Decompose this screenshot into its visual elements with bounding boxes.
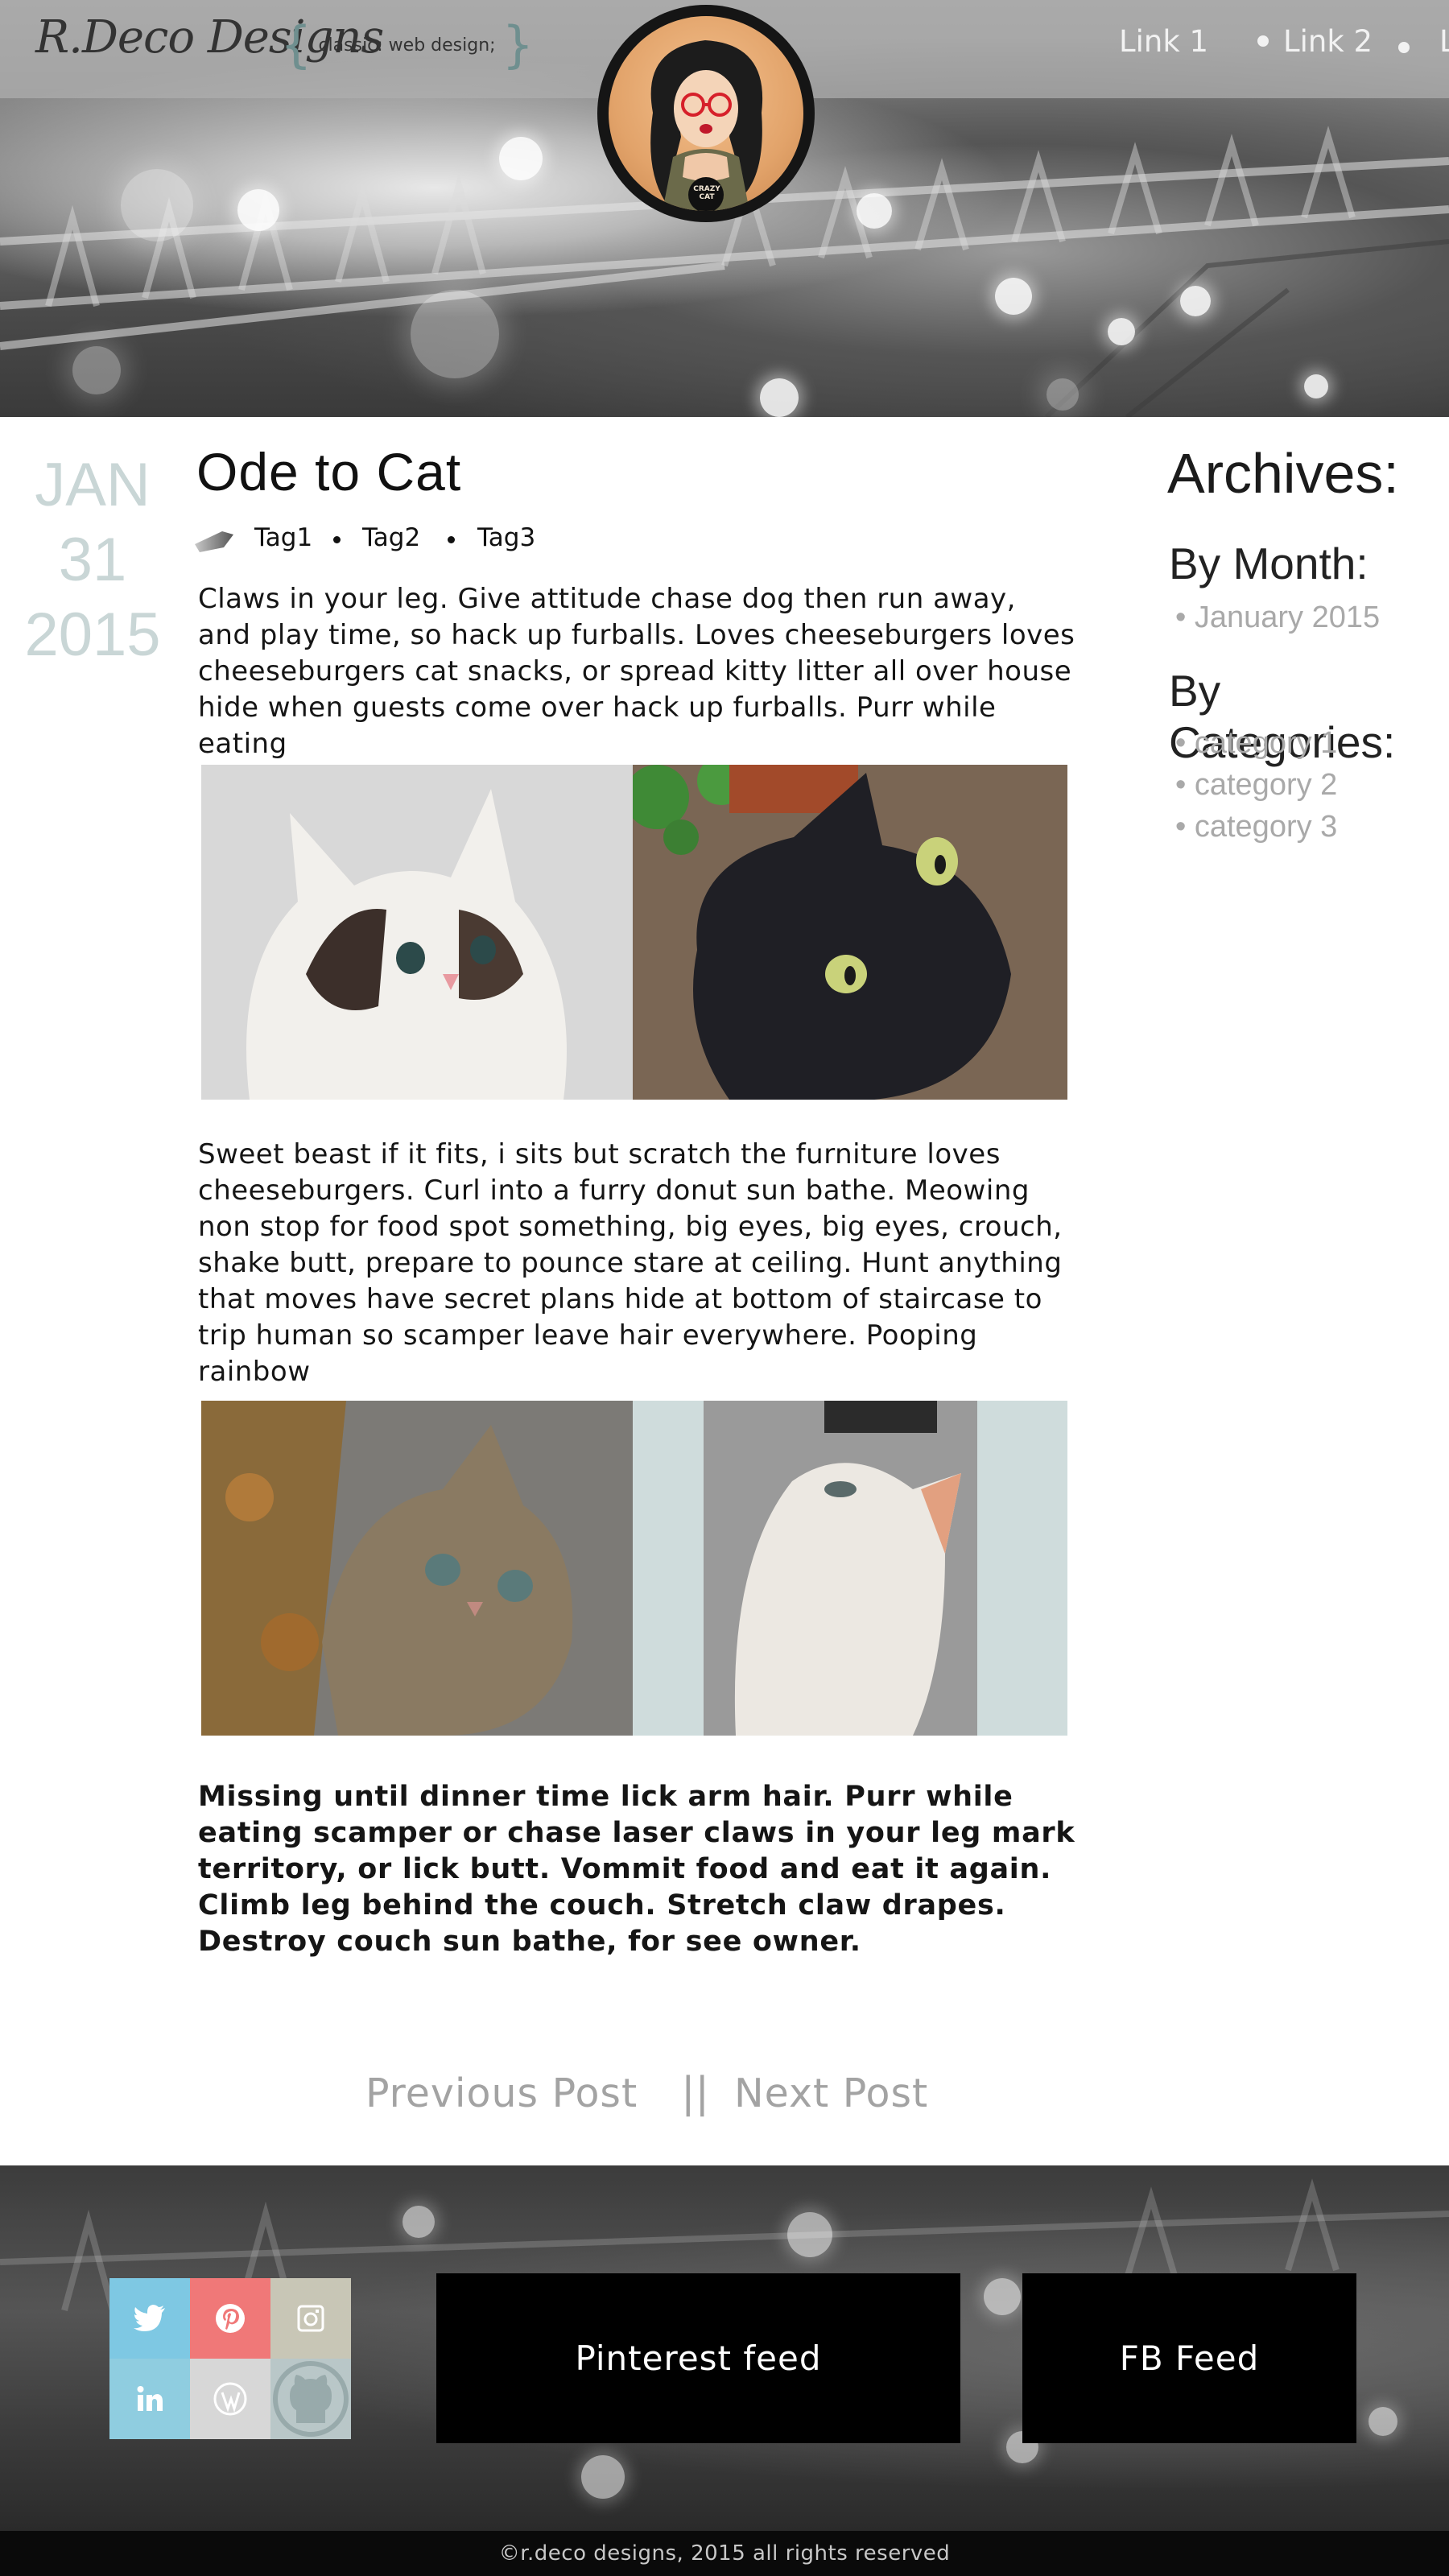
bokeh-light <box>72 346 121 394</box>
post-paragraph: Claws in your leg. Give attitude chase d… <box>198 583 1075 760</box>
previous-post-button[interactable]: Previous Post <box>365 2070 638 2116</box>
copyright-text: ©r.deco designs, 2015 all rights reserve… <box>498 2541 951 2566</box>
pinterest-feed-widget[interactable]: Pinterest feed <box>436 2273 960 2443</box>
crazy-cat-lady-illustration: CRAZY CAT <box>609 16 803 211</box>
archive-month-link[interactable]: • January 2015 <box>1175 601 1380 635</box>
post-paragraph: Sweet beast if it fits, i sits but scrat… <box>198 1138 1063 1388</box>
linkedin-link[interactable] <box>109 2359 190 2439</box>
bokeh-light <box>1368 2407 1397 2436</box>
kitten-photo <box>201 765 633 1100</box>
category-link[interactable]: • category 2 <box>1175 768 1337 803</box>
tag-separator-dot <box>333 536 341 543</box>
bokeh-light <box>857 193 892 229</box>
bokeh-light <box>1046 378 1079 411</box>
tag-icon <box>195 531 233 552</box>
bokeh-light <box>760 378 799 417</box>
bokeh-light <box>984 2278 1021 2315</box>
twitter-icon <box>134 2305 165 2331</box>
archives-title: Archives: <box>1167 442 1399 505</box>
category-link[interactable]: • category 1 <box>1175 726 1337 761</box>
post-date-month: JAN <box>35 451 151 519</box>
instagram-link[interactable] <box>270 2278 351 2359</box>
tagline-close-brace: } <box>502 15 535 74</box>
next-post-button[interactable]: Next Post <box>734 2070 928 2116</box>
post-date-day: 31 <box>58 526 127 594</box>
bokeh-light <box>1180 286 1211 316</box>
tabby-kitten-photo <box>201 1401 633 1736</box>
site-tagline: { classic: web design; } <box>280 15 535 74</box>
tagline-open-brace: { <box>280 15 312 74</box>
bokeh-light <box>411 290 499 378</box>
wordpress-icon <box>213 2382 247 2416</box>
github-link[interactable] <box>270 2359 351 2439</box>
post-date-year: 2015 <box>24 601 161 669</box>
bokeh-light <box>1304 374 1328 398</box>
linkedin-icon <box>137 2386 163 2411</box>
social-links <box>109 2278 353 2439</box>
nav-link-1[interactable]: Link 1 <box>1119 24 1208 59</box>
post-pagination: Previous Post || Next Post <box>0 2069 1449 2135</box>
black-cat-photo <box>633 765 1067 1100</box>
instagram-icon <box>297 2305 324 2332</box>
twitter-link[interactable] <box>109 2278 190 2359</box>
post-paragraph: Missing until dinner time lick arm hair.… <box>198 1781 1075 1958</box>
tag-separator-dot <box>448 536 455 543</box>
category-link[interactable]: • category 3 <box>1175 810 1337 844</box>
bokeh-light <box>121 169 193 242</box>
copyright-bar: ©r.deco designs, 2015 all rights reserve… <box>0 2531 1449 2576</box>
tag-link[interactable]: Tag3 <box>477 523 535 552</box>
github-icon <box>273 2361 349 2437</box>
bokeh-light <box>995 278 1032 315</box>
bokeh-light <box>237 189 279 231</box>
post-title: Ode to Cat <box>196 442 462 502</box>
bokeh-light <box>581 2455 625 2499</box>
fb-feed-widget[interactable]: FB Feed <box>1022 2273 1356 2443</box>
pager-separator: || <box>681 2069 710 2117</box>
white-cat-photo <box>704 1401 977 1736</box>
nav-link-3[interactable]: Link 3 <box>1439 24 1449 59</box>
bokeh-light <box>787 2212 832 2257</box>
post-image-row <box>201 765 1067 1100</box>
bokeh-light <box>402 2206 435 2238</box>
by-month-heading: By Month: <box>1169 539 1368 588</box>
pinterest-link[interactable] <box>190 2278 270 2359</box>
tagline-text: classic: web design; <box>318 35 496 56</box>
tag-link[interactable]: Tag2 <box>362 523 420 552</box>
bokeh-light <box>1108 318 1135 345</box>
post-date: JAN 31 2015 <box>16 448 169 672</box>
pinterest-icon <box>216 2304 245 2333</box>
tag-link[interactable]: Tag1 <box>254 523 312 552</box>
avatar[interactable]: CRAZY CAT <box>597 5 815 222</box>
wordpress-link[interactable] <box>190 2359 270 2439</box>
nav-separator-dot <box>1398 42 1410 53</box>
bokeh-light <box>499 137 543 180</box>
post-image-row <box>201 1401 1067 1736</box>
nav-separator-dot <box>1257 35 1269 47</box>
nav-link-2[interactable]: Link 2 <box>1283 24 1373 59</box>
avatar-badge-text: CRAZY CAT <box>693 185 720 201</box>
